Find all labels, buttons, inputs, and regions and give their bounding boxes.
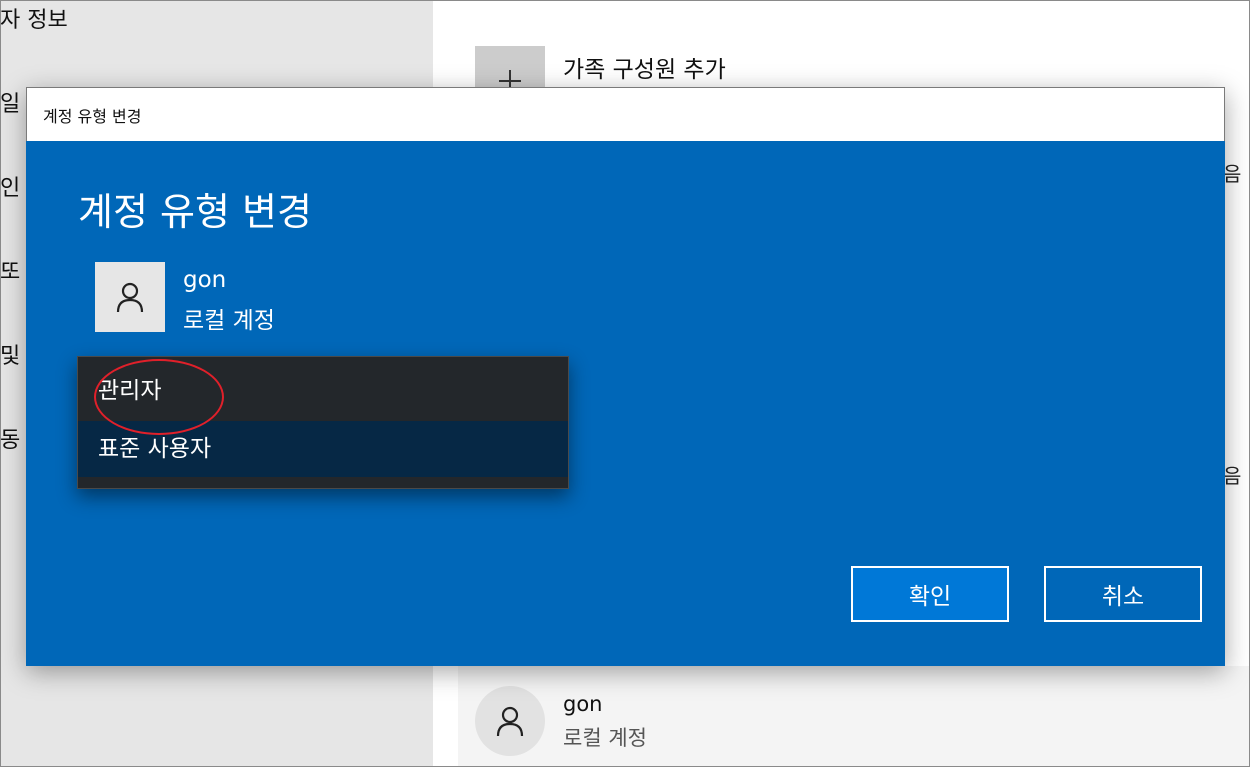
change-account-type-dialog: 계정 유형 변경 계정 유형 변경 gon 로컬 계정 관리자 표준 사용자 확… — [26, 87, 1225, 666]
sidebar-item-2[interactable]: 일 — [0, 86, 20, 118]
avatar[interactable] — [475, 686, 545, 756]
sidebar-item-3[interactable]: 인 — [0, 170, 20, 202]
screen: 자 정보 일 인 또 및 동 가족 구성원 추가 음 음 gon 로컬 계정 계… — [0, 0, 1250, 767]
person-icon — [116, 282, 144, 313]
dialog-user-account-type: 로컬 계정 — [183, 308, 275, 334]
option-standard-user[interactable]: 표준 사용자 — [78, 421, 568, 477]
add-family-member-label[interactable]: 가족 구성원 추가 — [563, 50, 726, 84]
user-account-type: 로컬 계정 — [563, 726, 647, 750]
dialog-body: 계정 유형 변경 gon 로컬 계정 관리자 표준 사용자 확인 취소 — [26, 141, 1225, 666]
ok-button[interactable]: 확인 — [851, 566, 1009, 622]
sidebar-item-4[interactable]: 또 — [0, 254, 20, 286]
sidebar-item-account-info[interactable]: 자 정보 — [0, 2, 68, 34]
cancel-button[interactable]: 취소 — [1044, 566, 1202, 622]
account-type-dropdown-list[interactable]: 관리자 표준 사용자 — [77, 356, 569, 489]
dialog-user-name: gon — [183, 267, 227, 293]
clipped-text-1: 음 — [1223, 162, 1242, 186]
user-name[interactable]: gon — [563, 692, 603, 716]
option-administrator[interactable]: 관리자 — [78, 363, 568, 419]
dialog-avatar — [95, 262, 165, 332]
sidebar-item-5[interactable]: 및 — [0, 338, 20, 370]
sidebar-item-6[interactable]: 동 — [0, 422, 20, 454]
dialog-titlebar[interactable]: 계정 유형 변경 — [26, 87, 1225, 142]
dialog-window-title: 계정 유형 변경 — [43, 107, 142, 126]
clipped-text-2: 음 — [1223, 464, 1242, 488]
dialog-heading: 계정 유형 변경 — [78, 190, 312, 234]
person-icon — [496, 706, 524, 737]
